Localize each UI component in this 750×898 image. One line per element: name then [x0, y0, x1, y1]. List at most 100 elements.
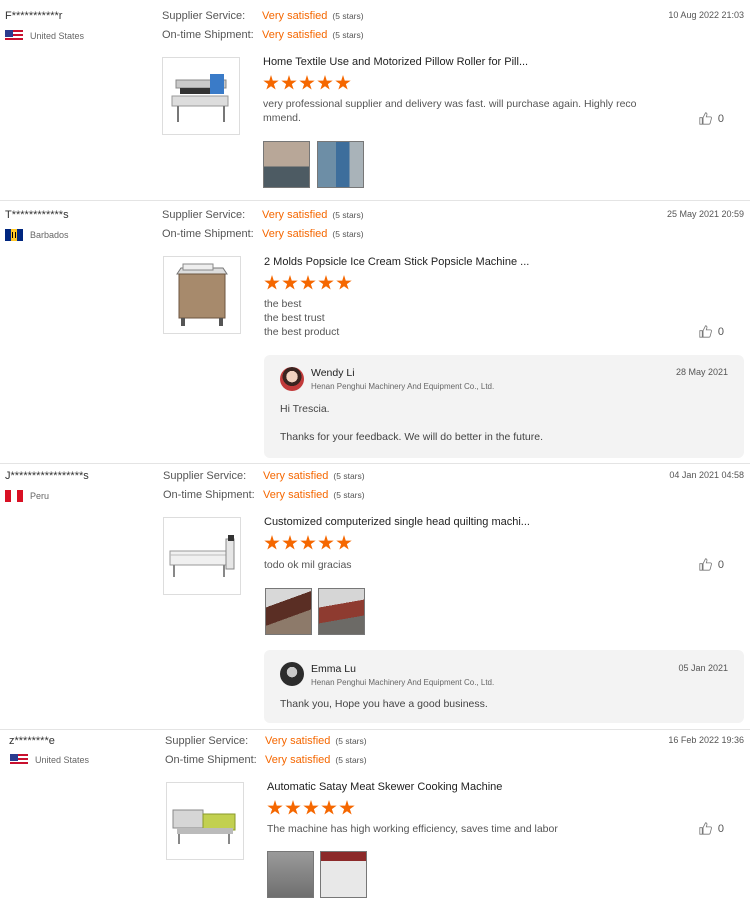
reply-company: Henan Penghui Machinery And Equipment Co…	[311, 678, 495, 687]
rating-value: Very satisfied	[262, 10, 328, 22]
rating-stars-text: (5 stars)	[333, 471, 365, 481]
comment-line: the best	[264, 298, 302, 310]
reply-text: Thanks for your feedback. We will do bet…	[280, 431, 544, 443]
review-photo[interactable]	[317, 141, 364, 188]
comment-line: the best product	[264, 326, 340, 338]
product-title-link[interactable]: 2 Molds Popsicle Ice Cream Stick Popsicl…	[264, 256, 529, 268]
star-rating	[263, 75, 351, 91]
star-rating	[264, 275, 352, 291]
rating-value: Very satisfied	[265, 735, 331, 747]
star-icon	[321, 800, 337, 815]
review-comment: the best the best trust the best product	[264, 297, 654, 339]
buyer-country: United States	[5, 30, 84, 42]
supplier-service-label: Supplier Service:	[163, 470, 247, 482]
product-thumbnail[interactable]	[166, 782, 244, 860]
supplier-reply: Emma Lu Henan Penghui Machinery And Equi…	[264, 650, 744, 723]
like-button[interactable]: 0	[699, 325, 724, 338]
rating-value: Very satisfied	[263, 470, 329, 482]
reply-company: Henan Penghui Machinery And Equipment Co…	[311, 382, 495, 391]
pillow-roller-machine-image	[171, 74, 229, 122]
supplier-service-rating: Supplier Service: Very satisfied (5 star…	[162, 209, 364, 221]
popsicle-machine-image	[176, 263, 228, 326]
review-photo[interactable]	[267, 851, 314, 898]
product-title-link[interactable]: Home Textile Use and Motorized Pillow Ro…	[263, 56, 528, 68]
star-icon	[281, 75, 297, 90]
star-icon	[336, 535, 352, 550]
reply-date: 05 Jan 2021	[678, 663, 728, 673]
star-icon	[318, 535, 334, 550]
star-icon	[282, 275, 298, 290]
product-thumbnail[interactable]	[163, 256, 241, 334]
review-date: 10 Aug 2022 21:03	[668, 10, 744, 20]
ontime-shipment-rating: On-time Shipment: Very satisfied (5 star…	[162, 228, 364, 240]
comment-line: the best trust	[264, 312, 325, 324]
like-count: 0	[717, 822, 724, 835]
supplier-service-label: Supplier Service:	[165, 735, 249, 747]
rating-stars-text: (5 stars)	[333, 490, 365, 500]
star-icon	[264, 535, 280, 550]
review-date: 04 Jan 2021 04:58	[669, 470, 744, 480]
us-flag-icon	[5, 30, 23, 42]
star-icon	[336, 275, 352, 290]
avatar	[280, 367, 304, 391]
review-item: F***********r United States Supplier Ser…	[0, 0, 750, 200]
review-comment: The machine has high working efficiency,…	[267, 823, 558, 835]
rating-stars-text: (5 stars)	[335, 736, 367, 746]
buyer-country: Peru	[5, 490, 49, 502]
us-flag-icon	[10, 754, 28, 766]
review-item: T************s Barbados Supplier Service…	[0, 200, 750, 463]
review-photo[interactable]	[263, 141, 310, 188]
country-label: United States	[35, 755, 90, 765]
review-photo[interactable]	[318, 588, 365, 635]
rating-stars-text: (5 stars)	[332, 30, 364, 40]
star-icon	[299, 75, 315, 90]
country-label: Barbados	[30, 230, 69, 240]
star-icon	[303, 800, 319, 815]
product-thumbnail[interactable]	[163, 517, 241, 595]
product-thumbnail[interactable]	[162, 57, 240, 135]
like-button[interactable]: 0	[699, 112, 724, 125]
avatar	[280, 662, 304, 686]
buyer-country: United States	[10, 754, 89, 766]
review-item: z********e United States Supplier Servic…	[0, 729, 750, 898]
star-icon	[318, 275, 334, 290]
reply-text: Hi Trescia.	[280, 403, 330, 415]
rating-stars-text: (5 stars)	[332, 210, 364, 220]
star-icon	[264, 275, 280, 290]
peru-flag-icon	[5, 490, 23, 502]
like-count: 0	[717, 558, 724, 571]
like-button[interactable]: 0	[699, 558, 724, 571]
rating-stars-text: (5 stars)	[335, 755, 367, 765]
buyer-name: F***********r	[5, 10, 63, 22]
thumbs-up-icon	[699, 822, 712, 835]
barbados-flag-icon	[5, 229, 23, 241]
like-button[interactable]: 0	[699, 822, 724, 835]
country-label: United States	[30, 31, 85, 41]
review-photo[interactable]	[320, 851, 367, 898]
rating-value: Very satisfied	[262, 29, 328, 41]
supplier-service-rating: Supplier Service: Very satisfied (5 star…	[162, 10, 364, 22]
star-icon	[335, 75, 351, 90]
product-title-link[interactable]: Customized computerized single head quil…	[264, 516, 530, 528]
product-title-link[interactable]: Automatic Satay Meat Skewer Cooking Mach…	[267, 781, 502, 793]
country-label: Peru	[30, 491, 50, 501]
star-icon	[285, 800, 301, 815]
rating-value: Very satisfied	[262, 209, 328, 221]
thumbs-up-icon	[699, 325, 712, 338]
ontime-shipment-label: On-time Shipment:	[163, 489, 255, 501]
reply-author-name: Wendy Li	[311, 367, 355, 379]
skewer-machine-image	[172, 809, 236, 844]
star-icon	[263, 75, 279, 90]
thumbs-up-icon	[699, 112, 712, 125]
ontime-shipment-label: On-time Shipment:	[162, 29, 254, 41]
review-comment: very professional supplier and delivery …	[263, 98, 637, 124]
review-photo[interactable]	[265, 588, 312, 635]
supplier-service-label: Supplier Service:	[162, 10, 246, 22]
ontime-shipment-rating: On-time Shipment: Very satisfied (5 star…	[163, 489, 365, 501]
star-icon	[339, 800, 355, 815]
quilting-machine-image	[169, 535, 235, 577]
ontime-shipment-label: On-time Shipment:	[162, 228, 254, 240]
rating-value: Very satisfied	[262, 228, 328, 240]
supplier-service-label: Supplier Service:	[162, 209, 246, 221]
supplier-reply: Wendy Li Henan Penghui Machinery And Equ…	[264, 355, 744, 458]
